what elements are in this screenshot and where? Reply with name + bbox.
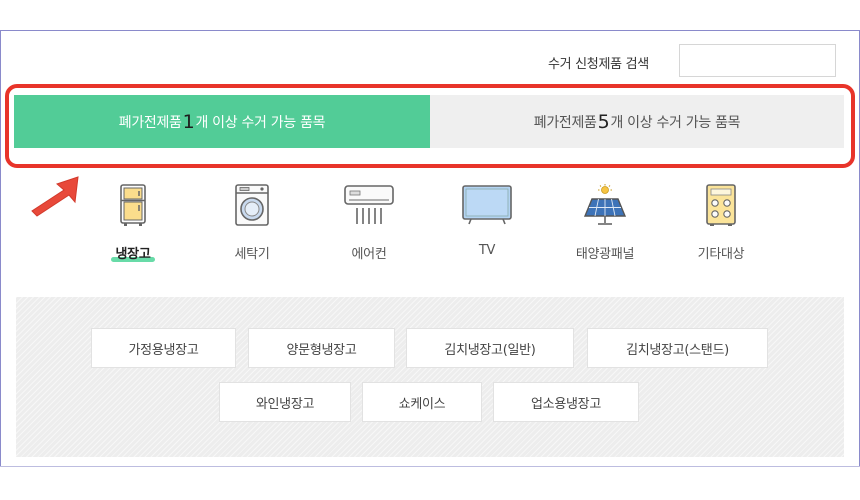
- subcategory-side-by-side-refrigerator[interactable]: 양문형냉장고: [248, 328, 395, 368]
- category-air-conditioner[interactable]: 에어컨: [324, 184, 414, 264]
- category-label: 냉장고: [115, 247, 151, 262]
- category-label: 기타대상: [697, 247, 745, 262]
- category-other[interactable]: 기타대상: [676, 184, 766, 264]
- bottom-divider: [0, 466, 860, 467]
- category-tv[interactable]: TV: [442, 184, 532, 264]
- tabs-highlight-box: [5, 84, 855, 168]
- subcategory-commercial-refrigerator[interactable]: 업소용냉장고: [493, 382, 639, 422]
- subcategory-kimchi-refrigerator-stand[interactable]: 김치냉장고(스탠드): [587, 328, 768, 368]
- washing-machine-icon: [235, 184, 269, 226]
- tv-icon: [462, 185, 512, 225]
- other-appliance-icon: [706, 184, 736, 226]
- category-label: 세탁기: [234, 247, 270, 262]
- air-conditioner-icon: [344, 185, 394, 224]
- subcategory-showcase[interactable]: 쇼케이스: [362, 382, 482, 422]
- subcategory-home-refrigerator[interactable]: 가정용냉장고: [91, 328, 236, 368]
- pointer-arrow-icon: [31, 176, 79, 217]
- category-washing-machine[interactable]: 세탁기: [207, 184, 297, 264]
- category-label: 태양광패널: [575, 247, 635, 262]
- category-solar-panel[interactable]: 태양광패널: [560, 184, 650, 264]
- subcategory-kimchi-refrigerator-general[interactable]: 김치냉장고(일반): [406, 328, 574, 368]
- search-label: 수거 신청제품 검색: [548, 57, 649, 72]
- refrigerator-icon: [120, 184, 146, 226]
- subcategory-panel: [16, 297, 844, 457]
- subcategory-wine-refrigerator[interactable]: 와인냉장고: [219, 382, 351, 422]
- search-input[interactable]: [679, 44, 836, 77]
- category-label: TV: [478, 243, 496, 258]
- category-refrigerator[interactable]: 냉장고: [88, 184, 178, 264]
- category-label: 에어컨: [351, 247, 387, 262]
- solar-panel-icon: [583, 184, 627, 225]
